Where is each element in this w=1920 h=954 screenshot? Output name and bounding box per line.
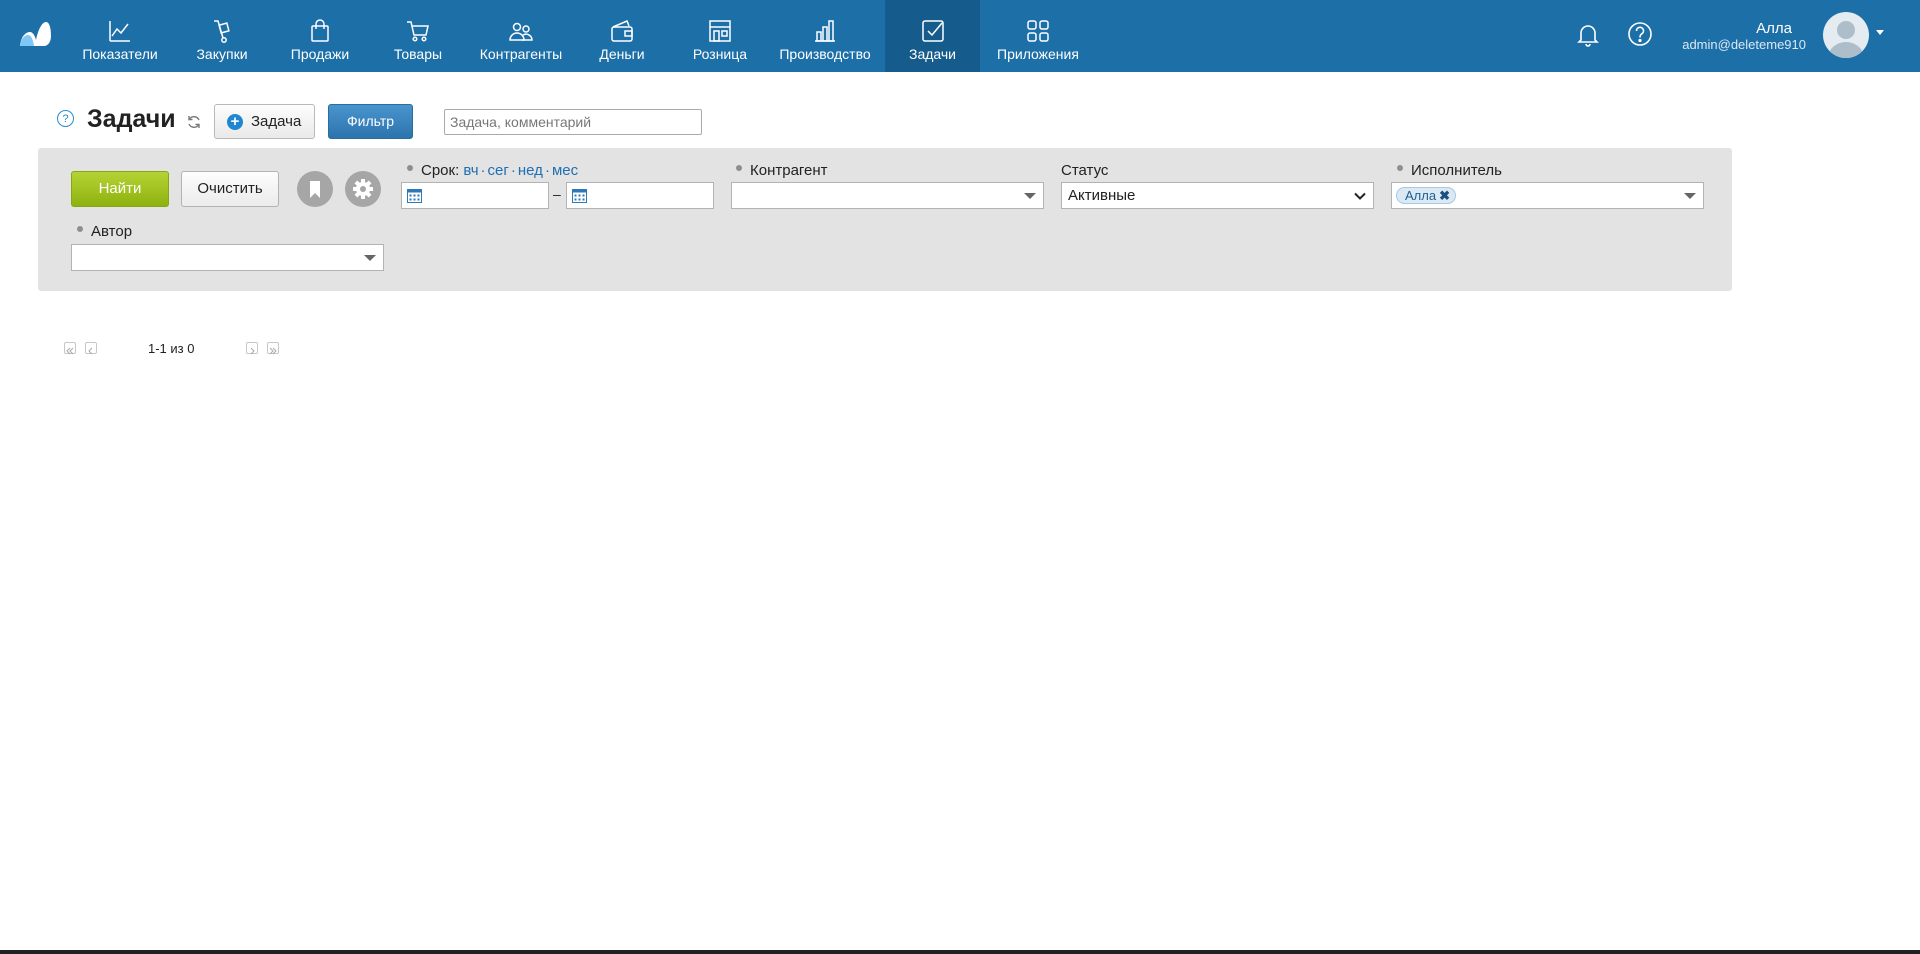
chart-line-icon: [109, 21, 130, 42]
nav-item-label: Продажи: [290, 46, 350, 62]
nav-item-apps[interactable]: Приложения: [990, 0, 1086, 72]
bullet-dot: [736, 165, 742, 172]
page-title: Задачи: [87, 105, 176, 133]
user-name[interactable]: Алла: [1756, 20, 1792, 37]
bookmark-button[interactable]: [297, 171, 333, 207]
dropdown-arrow-icon: [1024, 193, 1036, 199]
hand-truck-icon: [214, 20, 230, 43]
status-value: Активные: [1068, 187, 1136, 204]
bullet-dot: [1397, 165, 1403, 172]
cart-icon: [407, 21, 429, 42]
nav-item-indicators[interactable]: Показатели: [75, 0, 165, 72]
period-link-yesterday[interactable]: вч: [463, 162, 478, 179]
filter-button[interactable]: Фильтр: [328, 104, 413, 139]
bullet-dot: [77, 226, 83, 233]
assignee-select[interactable]: Алла ✖: [1391, 182, 1704, 209]
counterparty-select[interactable]: [731, 182, 1044, 209]
double-chevron-left-icon: [66, 347, 74, 355]
assignee-tag: Алла ✖: [1396, 187, 1456, 204]
period-link-month[interactable]: мес: [552, 162, 578, 179]
nav-item-label: Контрагенты: [479, 46, 563, 62]
plus-circle-icon: +: [227, 114, 243, 130]
add-task-button[interactable]: + Задача: [214, 104, 315, 139]
date-to-field[interactable]: [566, 182, 714, 209]
status-label: Статус: [1061, 162, 1109, 179]
calendar-icon: [407, 189, 422, 203]
nav-item-counterparties[interactable]: Контрагенты: [475, 0, 567, 72]
gear-icon: [353, 179, 373, 199]
author-filter-label: Автор: [77, 223, 132, 240]
author-select[interactable]: [71, 244, 384, 271]
dropdown-arrow-icon: [1684, 193, 1696, 199]
nav-item-products[interactable]: Товары: [378, 0, 458, 72]
store-icon: [709, 20, 731, 42]
pager-range-text: 1-1 из 0: [148, 341, 195, 356]
nav-item-label: Производство: [779, 46, 871, 62]
page-help-icon[interactable]: ?: [57, 110, 74, 127]
bottom-border: [0, 950, 1920, 954]
period-link-today[interactable]: сег: [488, 162, 509, 179]
nav-item-sales[interactable]: Продажи: [280, 0, 360, 72]
user-menu-caret-icon[interactable]: [1876, 30, 1884, 35]
user-email[interactable]: admin@deleteme910: [1682, 37, 1806, 52]
bell-icon[interactable]: [1574, 20, 1602, 48]
period-filter-label: Срок: вч · сег · нед · мес: [407, 162, 578, 179]
find-button[interactable]: Найти: [71, 171, 169, 207]
nav-item-production[interactable]: Производство: [772, 0, 878, 72]
nav-item-label: Деньги: [599, 46, 645, 62]
apps-icon: [1027, 20, 1049, 42]
pager-last-button[interactable]: [267, 342, 279, 355]
assignee-tag-label: Алла: [1405, 188, 1437, 203]
remove-tag-icon[interactable]: ✖: [1439, 188, 1450, 203]
refresh-icon[interactable]: [187, 115, 201, 129]
double-chevron-right-icon: [269, 347, 277, 355]
search-input[interactable]: [444, 109, 702, 135]
author-label: Автор: [91, 223, 133, 240]
calendar-icon: [572, 189, 587, 203]
shopping-bag-icon: [311, 19, 329, 42]
wallet-icon: [611, 20, 633, 42]
nav-item-label: Задачи: [908, 46, 956, 62]
avatar[interactable]: [1823, 12, 1869, 58]
bullet-dot: [407, 165, 413, 172]
help-icon[interactable]: [1626, 20, 1654, 48]
pager-prev-button[interactable]: [85, 342, 97, 355]
nav-item-label: Розница: [692, 46, 748, 62]
period-link-week[interactable]: нед: [518, 162, 543, 179]
assignee-label: Исполнитель: [1411, 162, 1502, 179]
checkbox-icon: [921, 20, 944, 42]
add-task-label: Задача: [251, 113, 302, 130]
chevron-right-icon: [250, 347, 255, 355]
nav-item-retail[interactable]: Розница: [680, 0, 760, 72]
app-logo[interactable]: [18, 20, 52, 48]
top-navigation-bar: Показатели Закупки Продажи Товары Контра…: [0, 0, 1920, 72]
status-select[interactable]: Активные: [1061, 182, 1374, 209]
nav-item-label: Закупки: [196, 46, 248, 62]
date-range-separator: –: [553, 186, 561, 202]
nav-item-purchases[interactable]: Закупки: [182, 0, 262, 72]
nav-item-tasks[interactable]: Задачи: [885, 0, 980, 72]
nav-item-label: Товары: [393, 46, 443, 62]
people-icon: [509, 22, 533, 41]
chevron-down-icon: [1354, 192, 1366, 200]
pager-first-button[interactable]: [64, 342, 76, 355]
factory-icon: [815, 20, 835, 42]
settings-button[interactable]: [345, 171, 381, 207]
clear-button[interactable]: Очистить: [181, 171, 279, 207]
pager-next-button[interactable]: [246, 342, 258, 355]
date-from-field[interactable]: [401, 182, 549, 209]
counterparty-label: Контрагент: [750, 162, 828, 179]
nav-item-label: Показатели: [82, 46, 158, 62]
period-label: Срок:: [421, 162, 460, 179]
dropdown-arrow-icon: [364, 255, 376, 261]
user-avatar-icon: [1828, 21, 1864, 58]
nav-item-label: Приложения: [997, 46, 1079, 62]
assignee-filter-label: Исполнитель: [1397, 162, 1502, 179]
bookmark-icon: [310, 181, 320, 198]
chevron-left-icon: [88, 347, 93, 355]
counterparty-filter-label: Контрагент: [736, 162, 828, 179]
nav-item-money[interactable]: Деньги: [582, 0, 662, 72]
